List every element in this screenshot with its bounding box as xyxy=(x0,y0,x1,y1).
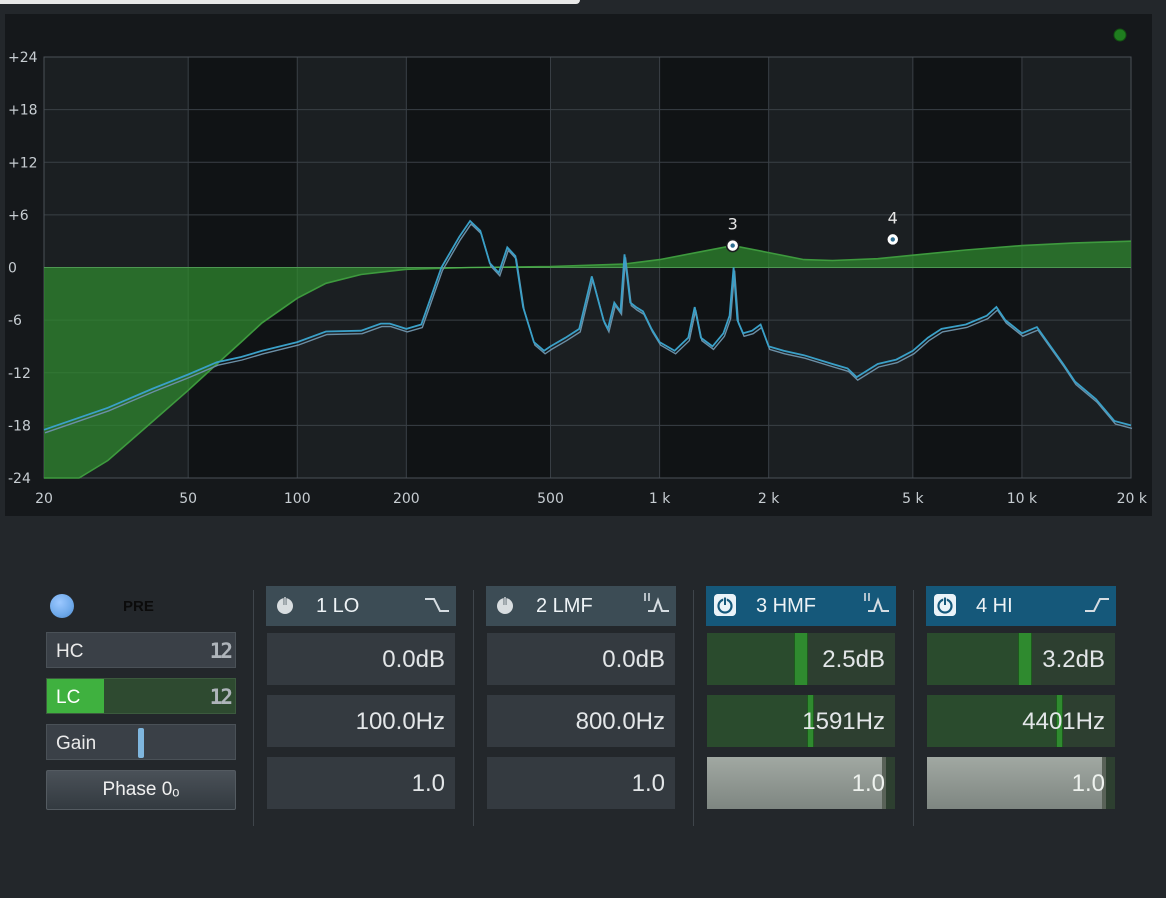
separator xyxy=(473,590,474,826)
band-1-freq[interactable]: 100.0Hz xyxy=(266,694,456,748)
y-axis-label: +6 xyxy=(8,208,29,224)
band-3-freq-value: 1591Hz xyxy=(802,708,885,735)
band-marker-label: 3 xyxy=(728,215,738,234)
y-axis-label: +24 xyxy=(8,50,38,66)
lc-slope[interactable]: 12 xyxy=(210,685,233,709)
power-icon[interactable] xyxy=(934,594,956,616)
band-marker-dot xyxy=(730,243,735,248)
gain-slider[interactable]: Gain xyxy=(46,724,236,760)
y-axis-label: -24 xyxy=(8,471,31,487)
window-tab-edge xyxy=(0,0,580,4)
band-3-q[interactable]: 1.0 xyxy=(706,756,896,810)
y-axis-label: +18 xyxy=(8,103,38,119)
x-axis-label: 1 k xyxy=(649,491,671,507)
x-axis-label: 200 xyxy=(393,491,420,507)
x-axis-label: 10 k xyxy=(1007,491,1038,507)
band-4-name: 4 HI xyxy=(976,595,1013,617)
pre-label: PRE xyxy=(123,598,154,615)
power-icon[interactable] xyxy=(494,594,516,616)
band-2-header: 2 LMF xyxy=(486,586,676,626)
y-axis-label: -18 xyxy=(8,418,31,434)
x-axis-label: 20 xyxy=(35,491,53,507)
band-3-q-value: 1.0 xyxy=(851,770,885,797)
lc-button[interactable]: LC 12 xyxy=(46,678,236,714)
band-3-gain-handle[interactable] xyxy=(794,633,808,685)
power-icon[interactable] xyxy=(714,594,736,616)
y-axis-label: -6 xyxy=(8,313,22,329)
band-2-gain-value: 0.0dB xyxy=(602,646,665,673)
band-4-gain-fill xyxy=(927,633,1025,685)
peak-filter-icon[interactable] xyxy=(862,590,892,618)
band-4-q[interactable]: 1.0 xyxy=(926,756,1116,810)
phase-button[interactable]: Phase 0ₒ xyxy=(46,770,236,810)
band-4-gain-value: 3.2dB xyxy=(1042,646,1105,673)
band-3-gain[interactable]: 2.5dB xyxy=(706,632,896,686)
band-1-q[interactable]: 1.0 xyxy=(266,756,456,810)
hc-slope[interactable]: 12 xyxy=(210,639,233,663)
gain-slider-handle[interactable] xyxy=(138,728,144,758)
band-4-freq[interactable]: 4401Hz xyxy=(926,694,1116,748)
y-axis-label: +12 xyxy=(8,155,38,171)
band-marker-label: 4 xyxy=(888,208,898,227)
band-2-freq-value: 800.0Hz xyxy=(575,708,665,735)
hc-button[interactable]: HC 12 xyxy=(46,632,236,668)
band-4-gain-handle[interactable] xyxy=(1018,633,1032,685)
gain-label: Gain xyxy=(56,733,97,754)
band-1-freq-value: 100.0Hz xyxy=(355,708,445,735)
band-2-q-value: 1.0 xyxy=(631,770,665,797)
band-4-q-value: 1.0 xyxy=(1071,770,1105,797)
separator xyxy=(913,590,914,826)
band-3-name: 3 HMF xyxy=(756,595,816,617)
power-icon[interactable] xyxy=(274,594,296,616)
eq-graph[interactable]: +24 +18 +12 +6 0 -6 -12 -18 -24 20 50 100 200 500 1 k… xyxy=(5,14,1152,516)
band-marker-dot xyxy=(890,237,895,242)
band-1-name: 1 LO xyxy=(316,595,360,617)
band-3-freq-fill xyxy=(707,695,810,747)
band-1-header: 1 LO xyxy=(266,586,456,626)
band-2-q[interactable]: 1.0 xyxy=(486,756,676,810)
separator xyxy=(253,590,254,826)
high-shelf-icon[interactable] xyxy=(1082,590,1112,618)
hc-label: HC xyxy=(56,641,84,662)
band-1-q-value: 1.0 xyxy=(411,770,445,797)
y-axis-label: -12 xyxy=(8,366,31,382)
band-3-header: 3 HMF xyxy=(706,586,896,626)
x-axis-label: 2 k xyxy=(758,491,780,507)
band-1-gain[interactable]: 0.0dB xyxy=(266,632,456,686)
band-2-name: 2 LMF xyxy=(536,595,593,617)
pre-toggle-icon[interactable] xyxy=(50,594,74,618)
band-3-freq[interactable]: 1591Hz xyxy=(706,694,896,748)
phase-label: Phase 0ₒ xyxy=(102,779,180,800)
peak-filter-icon[interactable] xyxy=(642,590,672,618)
y-axis-label: 0 xyxy=(8,261,17,277)
x-axis-label: 500 xyxy=(537,491,564,507)
band-2-freq[interactable]: 800.0Hz xyxy=(486,694,676,748)
band-3-gain-fill xyxy=(707,633,801,685)
status-indicator-icon xyxy=(1113,28,1127,42)
x-axis-label: 100 xyxy=(284,491,311,507)
low-shelf-icon[interactable] xyxy=(422,590,452,618)
band-3-gain-value: 2.5dB xyxy=(822,646,885,673)
lc-label: LC xyxy=(56,687,81,708)
band-4-gain[interactable]: 3.2dB xyxy=(926,632,1116,686)
separator xyxy=(693,590,694,826)
band-2-gain[interactable]: 0.0dB xyxy=(486,632,676,686)
x-axis-label: 20 k xyxy=(1117,491,1148,507)
x-axis-label: 50 xyxy=(179,491,197,507)
x-axis-label: 5 k xyxy=(902,491,924,507)
band-1-gain-value: 0.0dB xyxy=(382,646,445,673)
band-4-freq-value: 4401Hz xyxy=(1022,708,1105,735)
band-4-header: 4 HI xyxy=(926,586,1116,626)
